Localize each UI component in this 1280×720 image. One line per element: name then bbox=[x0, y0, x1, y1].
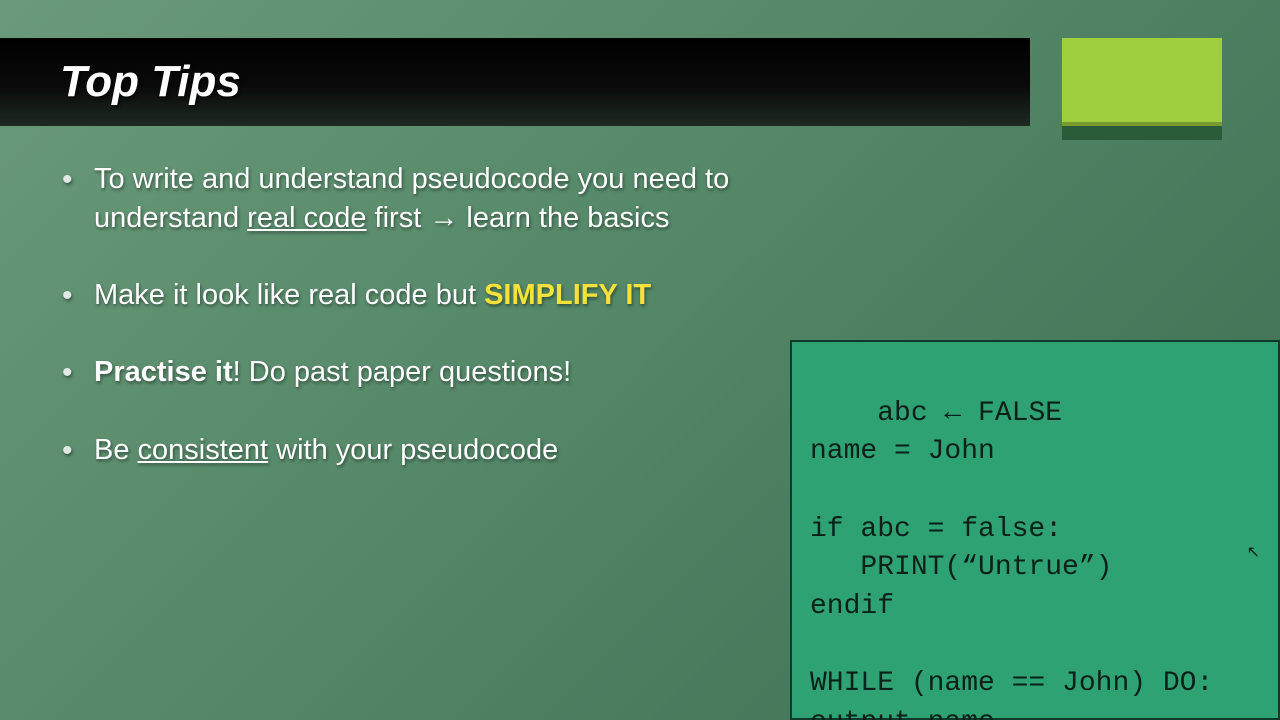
text-underline: consistent bbox=[138, 434, 269, 466]
text: Be bbox=[94, 434, 138, 466]
title-bar: Top Tips bbox=[0, 38, 1030, 126]
accent-strip bbox=[1062, 126, 1222, 140]
bullet-2: Make it look like real code but SIMPLIFY… bbox=[58, 276, 778, 315]
text: first bbox=[366, 202, 429, 234]
text: with your pseudocode bbox=[268, 434, 558, 466]
slide-title: Top Tips bbox=[60, 57, 241, 107]
cursor-icon: ↖ bbox=[1247, 542, 1260, 564]
text: learn the basics bbox=[458, 202, 669, 234]
bullet-3: Practise it! Do past paper questions! bbox=[58, 353, 778, 392]
bullet-list: To write and understand pseudocode you n… bbox=[58, 160, 778, 508]
accent-square bbox=[1062, 38, 1222, 126]
text-underline: real code bbox=[247, 202, 366, 234]
slide: Top Tips To write and understand pseudoc… bbox=[0, 0, 1280, 720]
code-example-box: abc ← FALSE name = John if abc = false: … bbox=[790, 340, 1280, 720]
text: ! Do past paper questions! bbox=[233, 356, 572, 388]
text-highlight: SIMPLIFY IT bbox=[484, 279, 651, 311]
text-bold: Practise it bbox=[94, 356, 233, 388]
code-text: abc ← FALSE name = John if abc = false: … bbox=[810, 398, 1213, 720]
bullet-1: To write and understand pseudocode you n… bbox=[58, 160, 778, 238]
arrow-icon: → bbox=[429, 202, 458, 234]
bullet-4: Be consistent with your pseudocode bbox=[58, 431, 778, 470]
text: Make it look like real code but bbox=[94, 279, 484, 311]
